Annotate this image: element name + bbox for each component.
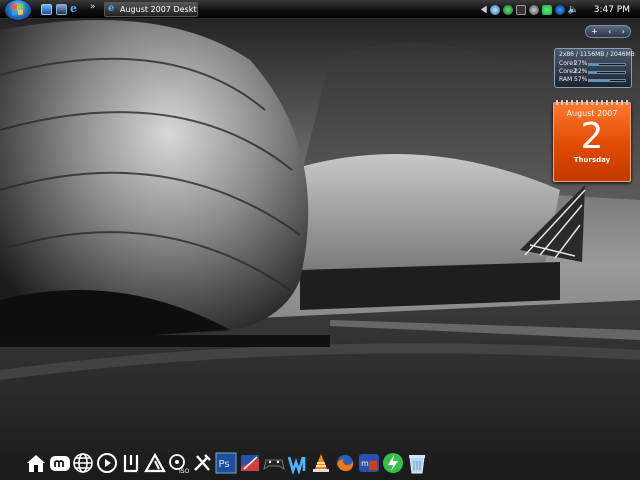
volume-icon[interactable]: 🔈 <box>568 5 582 15</box>
firefox-icon[interactable] <box>333 449 357 477</box>
messenger-icon[interactable]: m <box>357 449 381 477</box>
application-dock: ISO Ps m <box>24 445 429 477</box>
globe-icon[interactable] <box>72 449 96 477</box>
svg-text:Ps: Ps <box>219 459 230 470</box>
next-gadgets-button[interactable]: › <box>622 26 625 37</box>
calendar-day: 2 <box>580 116 604 157</box>
image-editor-icon[interactable] <box>238 449 262 477</box>
previous-gadgets-button[interactable]: ‹ <box>608 26 611 37</box>
cpu-meter-header: 2x86 / 1156MB / 2046MB <box>559 51 635 58</box>
cpu-meter-row: Core2 22% <box>559 68 627 76</box>
windows-logo-icon <box>12 3 24 17</box>
meter-fill <box>589 63 599 65</box>
meter-value: 27% <box>574 60 588 67</box>
calendar-gadget[interactable]: August 2007 2 Thursday <box>553 100 631 182</box>
wifi-icon[interactable] <box>554 4 565 15</box>
calendar-weekday: Thursday <box>573 156 611 164</box>
download-icon[interactable] <box>119 449 143 477</box>
calendar-binding-rings <box>556 100 630 105</box>
meter-value: 57% <box>574 76 588 83</box>
svg-text:m: m <box>361 459 369 468</box>
clock[interactable]: 3:47 PM <box>594 5 630 15</box>
lightning-icon[interactable] <box>381 449 405 477</box>
network-icon[interactable] <box>489 4 500 15</box>
svg-text:ISO: ISO <box>179 468 190 474</box>
meter-value: 22% <box>574 68 588 75</box>
start-button[interactable] <box>4 0 32 21</box>
meter-bar <box>588 62 626 66</box>
taskbar-button-ie-window[interactable]: e August 2007 Deskto... <box>104 2 198 17</box>
meter-fill <box>589 79 610 81</box>
desktop-wallpaper <box>0 0 640 480</box>
recycle-bin-icon[interactable] <box>405 449 429 477</box>
cpu-meter-row: Core1 27% <box>559 60 627 68</box>
tray-expand-icon[interactable] <box>480 5 487 14</box>
photoshop-icon[interactable]: Ps <box>214 449 238 477</box>
tools-icon[interactable] <box>191 449 215 477</box>
display-icon[interactable] <box>515 4 526 15</box>
media-player-icon[interactable] <box>95 449 119 477</box>
taskbar-button-label: August 2007 Deskto... <box>120 5 197 14</box>
sidebar-controls: + ‹ › <box>585 25 631 38</box>
taskbar: e » e August 2007 Deskto... 🔈 3:47 PM <box>0 0 640 21</box>
delta-icon[interactable] <box>143 449 167 477</box>
cpu-meter-gadget[interactable]: 2x86 / 1156MB / 2046MB Core1 27% Core2 2… <box>554 48 635 88</box>
meter-bar <box>588 78 626 82</box>
meter-label: Core2 <box>559 68 577 75</box>
switch-windows-icon[interactable] <box>56 4 67 15</box>
wordpress-icon[interactable] <box>286 449 310 477</box>
home-icon[interactable] <box>24 449 48 477</box>
add-gadget-button[interactable]: + <box>591 26 598 37</box>
meter-bar <box>588 70 626 74</box>
tray-app-icon[interactable] <box>528 4 539 15</box>
gamepad-icon[interactable] <box>262 449 286 477</box>
internet-explorer-icon[interactable]: e <box>70 2 81 15</box>
meter-fill <box>589 71 597 73</box>
cpu-meter-row: RAM 57% <box>559 76 627 84</box>
meter-label: Core1 <box>559 60 577 67</box>
meter-label: RAM <box>559 76 573 83</box>
messenger-icon[interactable] <box>502 4 513 15</box>
sync-icon[interactable] <box>541 4 552 15</box>
quick-launch-overflow-chevron[interactable]: » <box>90 2 96 12</box>
meebo-icon[interactable] <box>48 449 72 477</box>
system-tray: 🔈 3:47 PM <box>478 0 640 19</box>
internet-explorer-icon: e <box>108 3 115 14</box>
vlc-icon[interactable] <box>310 449 334 477</box>
disc-iso-icon[interactable]: ISO <box>167 449 191 477</box>
show-desktop-icon[interactable] <box>41 4 52 15</box>
